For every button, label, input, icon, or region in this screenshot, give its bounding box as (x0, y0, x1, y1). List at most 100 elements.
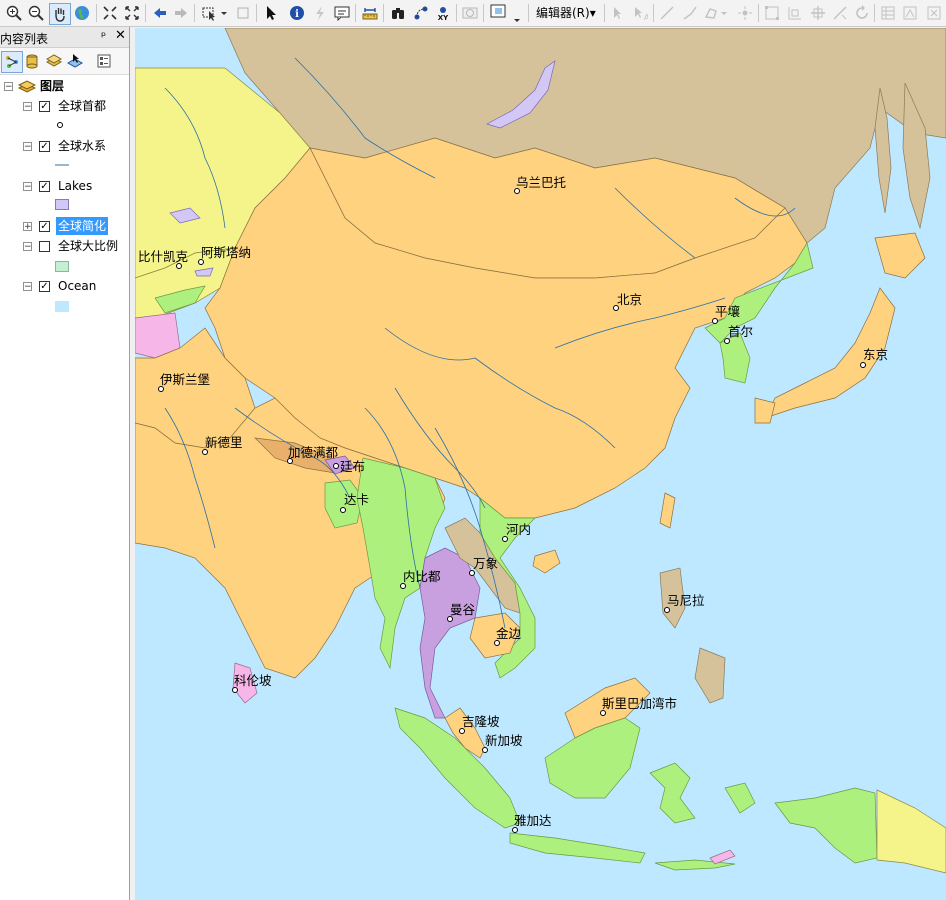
layer-label: 全球简化 (56, 217, 109, 235)
attributes-icon (878, 3, 898, 23)
capital-point (176, 263, 182, 269)
city-label: 金边 (496, 626, 522, 641)
create-viewer-window-icon[interactable] (488, 3, 522, 23)
river-line-symbol-icon (55, 164, 69, 166)
city-label: 平壤 (715, 304, 741, 319)
capital-point (600, 710, 606, 716)
city-label: 马尼拉 (667, 593, 705, 608)
fixed-zoom-out-icon[interactable] (122, 3, 142, 23)
edit-tool-icon (608, 3, 628, 23)
layer-visibility-checkbox[interactable]: ✓ (39, 181, 50, 192)
editor-menu[interactable]: 编辑器(R)▾ (536, 4, 596, 22)
layer-item-world-simplified[interactable]: + ✓ 全球简化 (0, 217, 129, 235)
city-label: 乌兰巴托 (516, 175, 566, 190)
collapse-icon[interactable]: − (23, 142, 32, 152)
svg-text:A: A (644, 13, 648, 21)
city-label: 北京 (617, 292, 642, 307)
collapse-icon[interactable]: − (4, 82, 13, 92)
close-icon[interactable]: ✕ (115, 28, 126, 43)
layer-item-capitals[interactable]: − ✓ 全球首都 (0, 97, 129, 115)
back-arrow-icon[interactable] (150, 3, 170, 23)
capital-point (198, 259, 204, 265)
find-binoculars-icon[interactable] (388, 3, 408, 23)
capital-point (469, 570, 475, 576)
capital-point (447, 616, 453, 622)
html-popup-icon[interactable] (332, 3, 352, 23)
list-by-drawing-order-icon[interactable] (1, 51, 23, 73)
edit-annotation-icon: A (630, 3, 650, 23)
toc-options-icon[interactable] (94, 51, 114, 71)
layers-root[interactable]: − 图层 (0, 77, 129, 95)
layer-label: Ocean (58, 279, 97, 293)
hyperlink-bolt-icon (310, 3, 330, 23)
goto-xy-icon[interactable]: XY (433, 3, 453, 23)
clear-selection-icon (233, 3, 253, 23)
layer-item-ocean[interactable]: − ✓ Ocean (0, 277, 129, 295)
layer-item-lakes[interactable]: − ✓ Lakes (0, 177, 129, 195)
layers-root-label: 图层 (40, 79, 65, 93)
capital-point (202, 449, 208, 455)
straight-segment-icon (657, 3, 677, 23)
select-features-icon[interactable] (200, 3, 230, 23)
city-label: 万象 (473, 556, 498, 571)
city-label: 科伦坡 (234, 673, 272, 688)
layer-visibility-checkbox[interactable]: ✓ (39, 221, 50, 232)
city-label: 伊斯兰堡 (160, 372, 211, 387)
edit-vertices-icon (762, 3, 782, 23)
pin-icon[interactable]: ᵖ (101, 29, 106, 43)
expand-icon[interactable]: + (23, 222, 32, 232)
svg-text:i: i (295, 9, 299, 20)
capital-point (724, 338, 730, 344)
map-canvas[interactable]: 乌兰巴托 北京 平壤 首尔 东京 比什凯克 阿斯塔纳 伊斯兰堡 新德里 加德满都… (135, 28, 946, 900)
layer-visibility-checkbox[interactable]: ✓ (39, 141, 50, 152)
layers-stack-icon (18, 80, 36, 93)
city-label: 河内 (506, 522, 531, 537)
lakes-fill-symbol (55, 199, 69, 210)
capital-point (232, 687, 238, 693)
list-by-selection-icon[interactable] (65, 51, 85, 71)
pan-hand-icon[interactable] (49, 3, 71, 25)
layer-item-world-large-scale[interactable]: − 全球大比例 (0, 237, 129, 255)
select-elements-arrow-icon[interactable] (261, 3, 281, 23)
trace-tool-icon (703, 3, 731, 23)
capital-point (459, 728, 465, 734)
find-route-icon[interactable] (411, 3, 431, 23)
measure-icon[interactable] (360, 3, 380, 23)
toc-title-bar: 内容列表 ᵖ ✕ (0, 27, 129, 48)
full-extent-globe-icon[interactable] (72, 3, 92, 23)
map-view[interactable]: 乌兰巴托 北京 平壤 首尔 东京 比什凯克 阿斯塔纳 伊斯兰堡 新德里 加德满都… (135, 28, 946, 900)
zoom-in-icon[interactable] (4, 3, 24, 23)
sketch-properties-icon (900, 3, 920, 23)
layer-label: 全球大比例 (58, 239, 119, 253)
identify-info-icon[interactable]: i (287, 3, 307, 23)
toc-toolbar (0, 48, 129, 75)
capital-point (860, 362, 866, 368)
point-tool-icon (735, 3, 755, 23)
city-label: 吉隆坡 (462, 714, 500, 729)
city-label: 内比都 (403, 569, 441, 584)
city-label: 首尔 (728, 324, 753, 339)
layer-label: 全球水系 (58, 139, 107, 153)
layer-item-rivers[interactable]: − ✓ 全球水系 (0, 137, 129, 155)
collapse-icon[interactable]: − (23, 242, 32, 252)
collapse-icon[interactable]: − (23, 282, 32, 292)
end-point-arc-icon (680, 3, 700, 23)
main-toolbar: i XY 编辑器(R)▾ A (0, 0, 946, 27)
svg-text:XY: XY (438, 14, 449, 21)
list-by-source-icon[interactable] (22, 51, 42, 71)
city-label: 阿斯塔纳 (201, 245, 251, 260)
collapse-icon[interactable]: − (23, 182, 32, 192)
fixed-zoom-in-icon[interactable] (100, 3, 120, 23)
list-by-visibility-icon[interactable] (44, 51, 64, 71)
zoom-out-icon[interactable] (26, 3, 46, 23)
collapse-icon[interactable]: − (23, 102, 32, 112)
capital-point (158, 386, 164, 392)
layer-visibility-checkbox[interactable]: ✓ (39, 101, 50, 112)
layer-visibility-checkbox[interactable] (39, 241, 50, 252)
split-tool-icon (830, 3, 850, 23)
city-label: 廷布 (340, 459, 365, 474)
layer-visibility-checkbox[interactable]: ✓ (39, 281, 50, 292)
capital-point (494, 640, 500, 646)
capital-point-symbol-icon (57, 122, 63, 128)
city-label: 达卡 (344, 492, 369, 507)
